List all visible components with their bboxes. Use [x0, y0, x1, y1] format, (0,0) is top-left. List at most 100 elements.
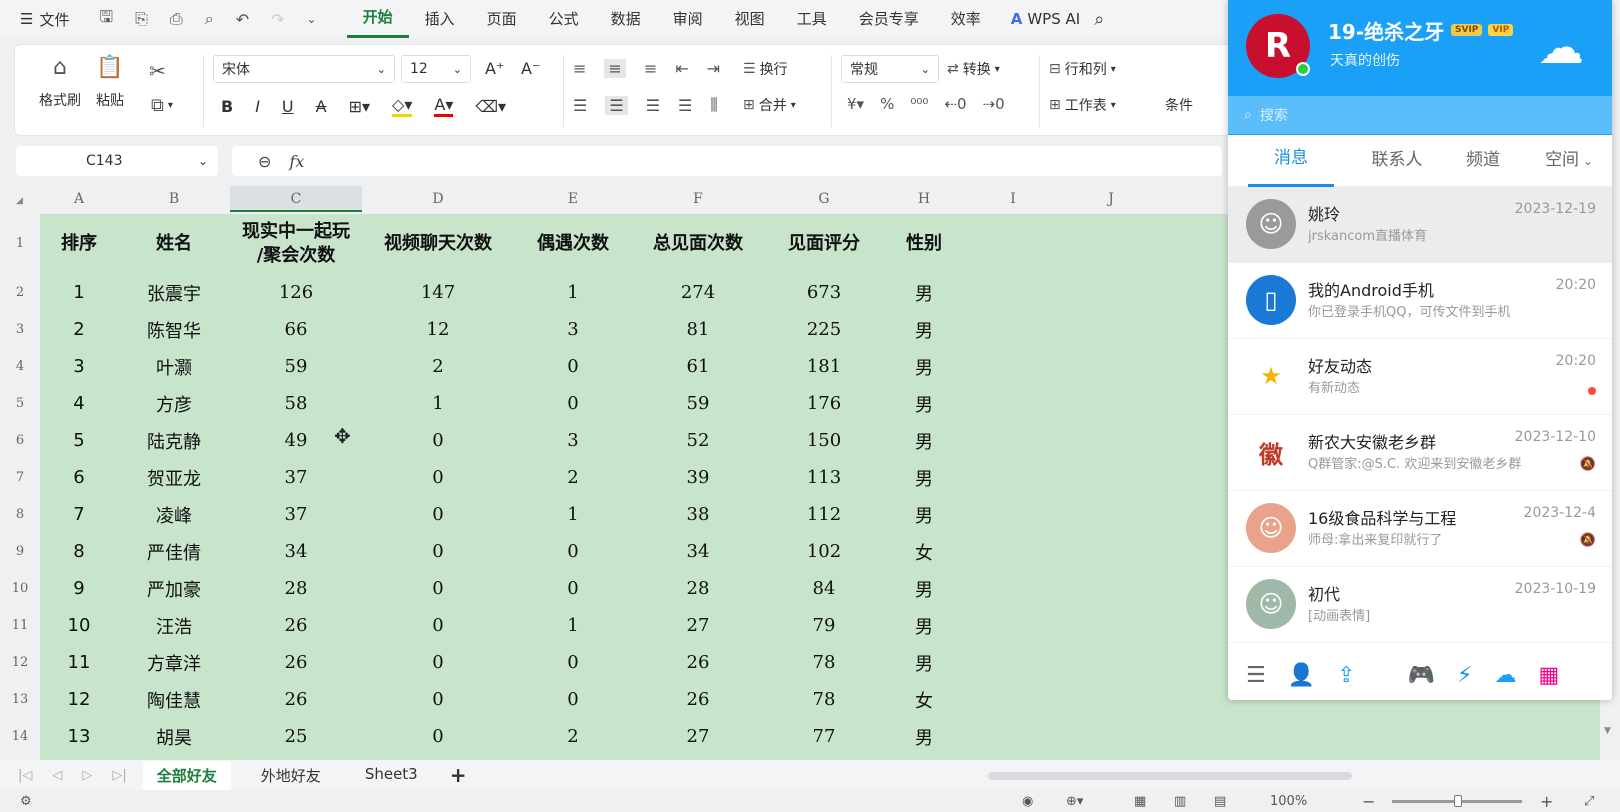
tab-7[interactable]: 工具 [781, 0, 843, 38]
save-icon[interactable]: 🖫 [99, 6, 113, 33]
table-cell[interactable]: 男 [884, 607, 964, 644]
table-cell[interactable]: 61 [632, 348, 764, 385]
table-cell[interactable]: 147 [362, 274, 514, 311]
increase-font-button[interactable]: A⁺ [485, 59, 504, 78]
sheet-tab-0[interactable]: 全部好友 [142, 760, 231, 790]
cloud-icon[interactable]: ☁ [1538, 20, 1584, 74]
table-cell[interactable]: 0 [514, 644, 632, 681]
table-cell[interactable]: 0 [514, 348, 632, 385]
tab-0[interactable]: 开始 [346, 0, 409, 38]
table-cell[interactable]: 27 [632, 607, 764, 644]
tab-5[interactable]: 审阅 [657, 0, 719, 38]
table-cell[interactable]: 0 [362, 496, 514, 533]
table-cell[interactable]: 5 [40, 422, 118, 459]
table-cell[interactable]: 女 [884, 533, 964, 570]
table-cell[interactable]: 男 [884, 718, 964, 755]
game-icon[interactable]: 🎮 [1408, 663, 1435, 688]
cut-button[interactable]: ✂ [149, 59, 166, 83]
table-cell[interactable]: 贺亚龙 [118, 459, 230, 496]
table-cell[interactable]: 0 [362, 718, 514, 755]
header-cell[interactable]: 见面评分 [764, 214, 884, 274]
table-cell[interactable]: 274 [632, 274, 764, 311]
column-header-f[interactable]: F [632, 186, 764, 212]
add-friend-icon[interactable]: 👤 [1288, 663, 1315, 688]
tab-8[interactable]: 会员专享 [843, 0, 935, 38]
thousands-icon[interactable]: ⁰⁰⁰ [910, 95, 928, 113]
signature[interactable]: 天真的创伤 [1330, 50, 1400, 70]
table-cell[interactable]: 男 [884, 496, 964, 533]
table-cell[interactable]: 79 [764, 607, 884, 644]
fx-label[interactable]: fx [289, 152, 304, 171]
table-cell[interactable]: 0 [362, 422, 514, 459]
font-color-icon[interactable]: A▾ [434, 95, 454, 117]
table-cell[interactable]: 0 [362, 570, 514, 607]
currency-icon[interactable]: ¥▾ [847, 95, 864, 113]
table-cell[interactable]: 10 [40, 607, 118, 644]
table-cell[interactable]: 225 [764, 311, 884, 348]
underline-icon[interactable]: U [282, 97, 294, 116]
table-cell[interactable]: 58 [230, 385, 362, 422]
nickname[interactable]: 19-绝杀之牙 [1328, 16, 1444, 45]
table-cell[interactable]: 0 [514, 533, 632, 570]
table-cell[interactable]: 11 [40, 644, 118, 681]
select-all-corner[interactable]: ◢ [16, 196, 23, 206]
last-sheet-icon[interactable]: ▷| [112, 768, 126, 783]
tab-1[interactable]: 插入 [409, 0, 471, 38]
row-header[interactable]: 10 [0, 570, 40, 607]
table-cell[interactable]: 37 [230, 459, 362, 496]
table-cell[interactable]: 1 [514, 496, 632, 533]
row-header[interactable]: 8 [0, 496, 40, 533]
zoom-in-icon[interactable]: + [1540, 792, 1553, 811]
decimal-decrease-icon[interactable]: ⇢0 [983, 95, 1005, 113]
border-icon[interactable]: ⊞▾ [349, 97, 370, 116]
row-header[interactable]: 5 [0, 385, 40, 422]
table-cell[interactable]: 77 [764, 718, 884, 755]
number-format-select[interactable]: 常规 ⌄ [841, 55, 939, 83]
sheet-tab-1[interactable]: 外地好友 [247, 761, 335, 790]
table-cell[interactable]: 女 [884, 681, 964, 718]
header-cell[interactable]: 性别 [884, 214, 964, 274]
table-cell[interactable]: 0 [362, 644, 514, 681]
table-cell[interactable]: 26 [632, 644, 764, 681]
table-cell[interactable]: 陆克静 [118, 422, 230, 459]
table-cell[interactable]: 男 [884, 459, 964, 496]
column-header-i[interactable]: I [964, 186, 1062, 212]
print-preview-icon[interactable]: ⌕ [205, 9, 214, 29]
row-header[interactable]: 3 [0, 311, 40, 348]
table-cell[interactable]: 陈智华 [118, 311, 230, 348]
header-cell[interactable]: 视频聊天次数 [362, 214, 514, 274]
strikethrough-icon[interactable]: A [316, 97, 327, 116]
normal-view-icon[interactable]: ▦ [1134, 794, 1146, 809]
table-cell[interactable]: 陶佳慧 [118, 681, 230, 718]
table-cell[interactable]: 38 [632, 496, 764, 533]
align-bottom-icon[interactable]: ≡ [644, 59, 657, 78]
table-cell[interactable]: 176 [764, 385, 884, 422]
conversation-item[interactable]: 徽新农大安徽老乡群 2023-12-10 Q群管家:@S.C. 欢迎来到安徽老乡群 🔕 [1228, 415, 1612, 491]
search-icon[interactable]: ⌕ [1094, 9, 1104, 30]
font-size-select[interactable]: 12 ⌄ [401, 55, 471, 83]
file-transfer-icon[interactable]: ⇪ [1337, 663, 1355, 688]
table-cell[interactable]: 2 [40, 311, 118, 348]
undo-icon[interactable]: ↶ [236, 10, 249, 29]
table-cell[interactable]: 26 [230, 644, 362, 681]
align-middle-icon[interactable]: ≡ [604, 59, 626, 78]
column-header-c[interactable]: C [230, 186, 362, 212]
table-cell[interactable]: 26 [230, 607, 362, 644]
table-cell[interactable]: 7 [40, 496, 118, 533]
eraser-icon[interactable]: ⌫▾ [475, 97, 506, 116]
table-cell[interactable]: 113 [764, 459, 884, 496]
macro-icon[interactable]: ⚙ [20, 794, 32, 809]
formula-bar[interactable]: ⊖ fx [232, 146, 1222, 176]
table-cell[interactable]: 37 [230, 496, 362, 533]
decrease-font-button[interactable]: A⁻ [521, 59, 540, 78]
table-cell[interactable]: 3 [514, 422, 632, 459]
table-cell[interactable]: 2 [514, 459, 632, 496]
fullscreen-icon[interactable]: ⤢ [1584, 794, 1594, 809]
conversation-item[interactable]: ☺ 姚玲 2023-12-19 jrskancom直播体育 [1228, 187, 1612, 263]
row-header[interactable]: 9 [0, 533, 40, 570]
table-cell[interactable]: 方彦 [118, 385, 230, 422]
table-cell[interactable]: 59 [632, 385, 764, 422]
layout-icon[interactable]: ⊕▾ [1066, 794, 1083, 809]
fill-color-icon[interactable]: ◇▾ [392, 95, 413, 117]
table-cell[interactable]: 严佳倩 [118, 533, 230, 570]
